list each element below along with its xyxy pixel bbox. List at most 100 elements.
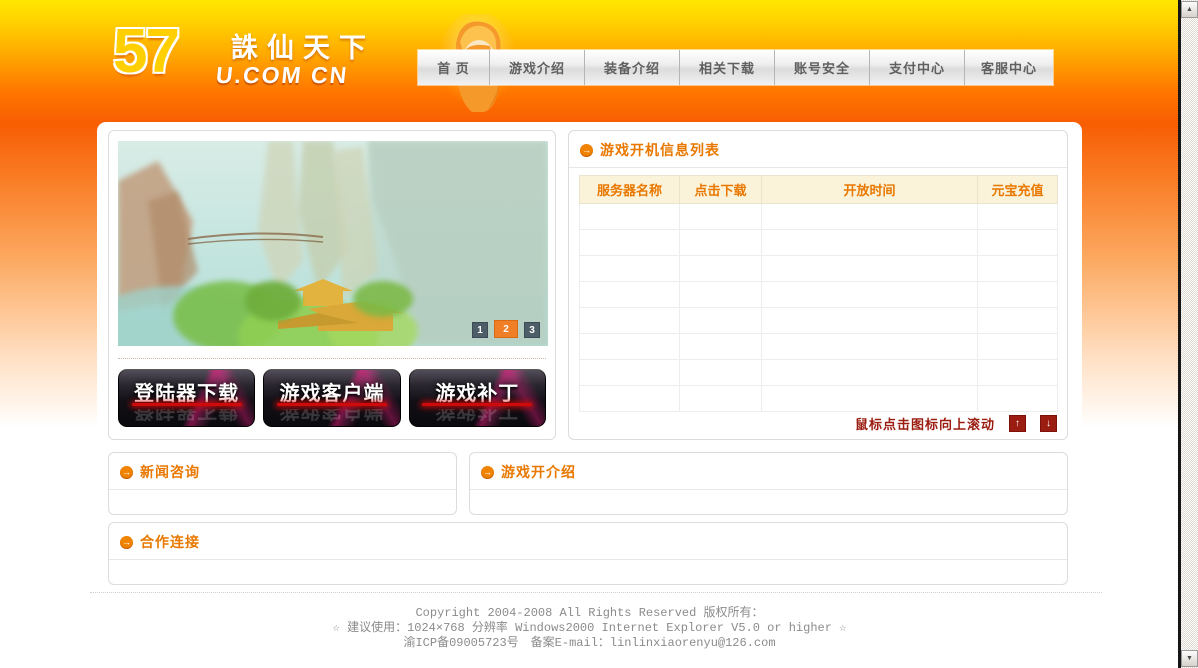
server-table-cell: [680, 204, 762, 230]
nav-item-equipment[interactable]: 装备介绍: [585, 50, 680, 85]
server-table-cell: [978, 334, 1058, 360]
server-table-cell: [580, 282, 680, 308]
promo-panel: 1 2 3 登陆器下载 登陆器下载 游戏客户端 游戏客户端: [108, 130, 556, 440]
server-table-cell: [762, 360, 978, 386]
server-table-cell: [680, 386, 762, 412]
site-header: 57 誅仙天下 U.COM CN: [0, 0, 1178, 123]
server-table-cell: [680, 360, 762, 386]
nav-item-payment[interactable]: 支付中心: [870, 50, 965, 85]
server-table-cell: [580, 204, 680, 230]
logo-number: 57: [113, 16, 178, 87]
col-yuanbao-recharge: 元宝充值: [978, 176, 1058, 204]
server-table-cell: [978, 308, 1058, 334]
game-patch-button[interactable]: 游戏补丁 游戏补丁: [409, 369, 546, 427]
server-info-panel: → 游戏开机信息列表 服务器名称 点击下载 开放时间 元宝充值: [568, 130, 1068, 440]
pager-button-3[interactable]: 3: [524, 322, 540, 338]
landscape-banner-image: [118, 141, 548, 346]
browser-viewport: 57 誅仙天下 U.COM CN: [0, 0, 1198, 668]
server-table-head-row: 服务器名称 点击下载 开放时间 元宝充值: [580, 176, 1058, 204]
server-table-row: [580, 256, 1058, 282]
server-table-cell: [978, 204, 1058, 230]
server-table-row: [580, 308, 1058, 334]
server-table-cell: [580, 308, 680, 334]
server-table-body: [580, 204, 1058, 412]
news-section: → 新闻咨询: [108, 452, 457, 515]
server-table-cell: [762, 308, 978, 334]
main-container: 1 2 3 登陆器下载 登陆器下载 游戏客户端 游戏客户端: [97, 122, 1082, 668]
col-click-download: 点击下载: [680, 176, 762, 204]
server-table-row: [580, 334, 1058, 360]
scrollbar-down-icon[interactable]: ▼: [1181, 650, 1198, 667]
nav-item-account-security[interactable]: 账号安全: [775, 50, 870, 85]
launcher-download-button[interactable]: 登陆器下载 登陆器下载: [118, 369, 255, 427]
nav-item-downloads[interactable]: 相关下载: [680, 50, 775, 85]
game-client-button[interactable]: 游戏客户端 游戏客户端: [263, 369, 400, 427]
icp-line: 渝ICP备09005723号 备案E-mail：linlinxiaorenyu@…: [97, 636, 1082, 651]
logo-domain: U.COM CN: [215, 62, 350, 89]
copyright-line: Copyright 2004-2008 All Rights Reserved …: [97, 606, 1082, 621]
vertical-scrollbar[interactable]: ▲ ▼: [1181, 0, 1198, 668]
server-table-header: → 游戏开机信息列表: [569, 131, 1067, 168]
server-table-cell: [680, 256, 762, 282]
site-logo[interactable]: 57 誅仙天下 U.COM CN: [113, 14, 413, 106]
server-table-cell: [762, 282, 978, 308]
divider: [118, 358, 546, 359]
server-table-cell: [762, 256, 978, 282]
nav-item-home[interactable]: 首 页: [418, 50, 490, 85]
server-table-row: [580, 230, 1058, 256]
news-section-header: → 新闻咨询: [109, 453, 456, 490]
server-table-cell: [978, 256, 1058, 282]
news-section-title: 新闻咨询: [140, 462, 200, 482]
coop-links-section-header: → 合作连接: [109, 523, 1067, 560]
server-table-row: [580, 360, 1058, 386]
server-table-cell: [680, 282, 762, 308]
footer-divider: [90, 592, 1102, 593]
game-intro-section: → 游戏开介绍: [469, 452, 1068, 515]
server-table-row: [580, 386, 1058, 412]
server-table: 服务器名称 点击下载 开放时间 元宝充值: [579, 175, 1058, 412]
server-table-title: 游戏开机信息列表: [600, 140, 720, 160]
coop-links-section: → 合作连接: [108, 522, 1068, 585]
server-table-cell: [762, 386, 978, 412]
main-nav: 首 页 游戏介绍 装备介绍 相关下载 账号安全 支付中心 客服中心: [418, 50, 1053, 85]
page: 57 誅仙天下 U.COM CN: [0, 0, 1178, 668]
site-footer: Copyright 2004-2008 All Rights Reserved …: [97, 606, 1082, 651]
logo-chinese-title: 誅仙天下: [231, 26, 375, 65]
server-table-cell: [580, 386, 680, 412]
scroll-note-row: 鼠标点击图标向上滚动 ↑ ↓: [569, 414, 1067, 433]
server-table-cell: [580, 334, 680, 360]
pager-button-2-active[interactable]: 2: [494, 320, 518, 338]
server-table-row: [580, 204, 1058, 230]
col-open-time: 开放时间: [762, 176, 978, 204]
recommendation-line: ☆ 建议使用：1024×768 分辨率 Windows2000 Internet…: [97, 621, 1082, 636]
nav-item-game-intro[interactable]: 游戏介绍: [490, 50, 585, 85]
server-table-cell: [762, 204, 978, 230]
download-buttons-row: 登陆器下载 登陆器下载 游戏客户端 游戏客户端 游戏补丁 游戏补丁: [118, 369, 546, 427]
coop-links-section-title: 合作连接: [140, 532, 200, 552]
scroll-up-button[interactable]: ↑: [1009, 415, 1026, 432]
scroll-down-button[interactable]: ↓: [1040, 415, 1057, 432]
server-table-row: [580, 282, 1058, 308]
arrow-bullet-icon: →: [120, 536, 133, 549]
server-table-cell: [680, 308, 762, 334]
slideshow-pager: 1 2 3: [472, 320, 540, 338]
server-table-cell: [580, 230, 680, 256]
nav-item-customer-service[interactable]: 客服中心: [965, 50, 1053, 85]
game-intro-section-title: 游戏开介绍: [501, 462, 576, 482]
server-table-cell: [762, 230, 978, 256]
arrow-bullet-icon: →: [580, 144, 593, 157]
pager-button-1[interactable]: 1: [472, 322, 488, 338]
server-table-cell: [978, 282, 1058, 308]
server-table-cell: [978, 230, 1058, 256]
scrollbar-up-icon[interactable]: ▲: [1181, 1, 1198, 18]
server-table-cell: [680, 230, 762, 256]
server-table-cell: [580, 256, 680, 282]
server-table-cell: [978, 360, 1058, 386]
server-table-cell: [580, 360, 680, 386]
server-table-cell: [762, 334, 978, 360]
server-table-cell: [978, 386, 1058, 412]
server-table-cell: [680, 334, 762, 360]
arrow-bullet-icon: →: [481, 466, 494, 479]
banner-slideshow: 1 2 3: [118, 141, 548, 346]
scroll-note-text: 鼠标点击图标向上滚动: [855, 414, 995, 433]
